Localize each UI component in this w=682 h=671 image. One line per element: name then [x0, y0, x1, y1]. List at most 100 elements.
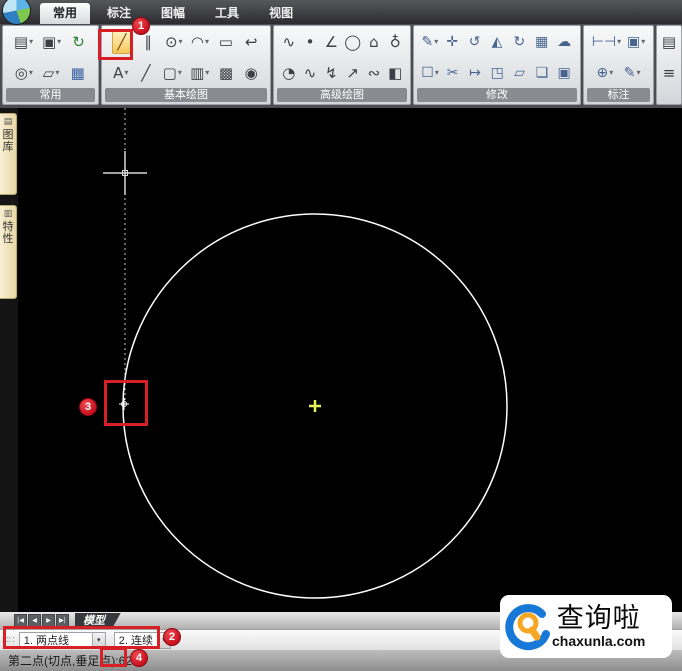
contour-tool-icon[interactable]: ∾ — [365, 61, 382, 85]
display-icon[interactable]: ▦ — [69, 61, 86, 85]
dropdown-arrow-icon[interactable]: ▾ — [55, 68, 59, 77]
watermark: 查询啦 chaxunla.com — [500, 595, 672, 658]
pie-hatch-icon[interactable]: ◔ — [280, 61, 297, 85]
titlebar-tabs: 常用标注图幅工具视图 — [40, 3, 310, 24]
arrow-tool-icon[interactable]: ↗ — [344, 61, 361, 85]
coordinate-dim-icon[interactable]: ⊕▾ — [596, 61, 613, 85]
zoom-icon[interactable]: ◎▾ — [15, 61, 33, 85]
dim-edit-icon[interactable]: ✎▾ — [624, 61, 641, 85]
spline-tool-icon[interactable]: ∿ — [280, 30, 297, 54]
polygon-tool-icon[interactable]: ⌂ — [365, 30, 382, 54]
sheet-settings-icon[interactable]: ▤ — [661, 30, 678, 54]
dropdown-arrow-icon[interactable]: ▾ — [179, 37, 183, 46]
titlebar: 常用标注图幅工具视图 — [0, 0, 682, 24]
trim-icon[interactable]: ✂ — [444, 61, 461, 85]
hole-tool-icon[interactable]: ▢▾ — [163, 61, 182, 85]
dropdown-arrow-icon[interactable]: ▾ — [124, 68, 128, 77]
ribbon-group-label: 修改 — [417, 88, 577, 102]
library-icon: ▤ — [4, 117, 13, 127]
dropdown-arrow-icon[interactable]: ▾ — [29, 68, 33, 77]
polyline-tool-icon[interactable]: ↩ — [243, 30, 260, 54]
scale-icon[interactable]: ▱ — [511, 61, 528, 85]
profile-tool-icon[interactable]: ◧ — [387, 61, 404, 85]
crosshair-cursor — [103, 151, 147, 195]
sketch-line-icon[interactable]: ╱ — [137, 61, 154, 85]
copy-icon[interactable]: ▣▾ — [42, 30, 61, 54]
tab-工具[interactable]: 工具 — [202, 3, 252, 24]
ribbon-group-标注: ⊢⊣▾▣▾ ⊕▾ ✎▾ 标注 — [583, 25, 654, 105]
dropdown-arrow-icon[interactable]: ▾ — [435, 68, 439, 77]
dropdown-arrow-icon[interactable]: ▾ — [178, 68, 182, 77]
annotation-marker-2: 2 — [163, 628, 181, 646]
sidebar-tab-图库[interactable]: ▤ 图库 — [0, 113, 17, 195]
dropdown-arrow-icon[interactable]: ▾ — [434, 37, 438, 46]
sidebar-tab-特性[interactable]: ▥ 特性 — [0, 205, 17, 299]
magnifier-logo-icon — [502, 601, 554, 653]
revolve-tool-icon[interactable]: ♁ — [387, 30, 404, 54]
dimension-icon[interactable]: ⊢⊣▾ — [592, 30, 621, 54]
ribbon-group-常用: ▤▾ ▣▾ ↻ ◎▾ ▱▾ ▦ 常用 — [2, 25, 99, 105]
drawing-canvas[interactable] — [18, 108, 682, 612]
paste-icon[interactable]: ▤▾ — [14, 30, 33, 54]
rectangle-tool-icon[interactable]: ▭ — [217, 30, 234, 54]
dropdown-arrow-icon[interactable]: ▾ — [205, 37, 209, 46]
ribbon-group-label: 标注 — [587, 88, 650, 102]
stretch-icon[interactable]: ◳ — [489, 61, 506, 85]
annotation-marker-3: 3 — [79, 398, 97, 416]
hatch-grid-icon[interactable]: ▩ — [218, 61, 235, 85]
sidebar-tab-label: 图库 — [2, 129, 14, 153]
select-box-icon[interactable]: ☐▾ — [421, 61, 439, 85]
point-tool-icon[interactable]: • — [302, 30, 319, 54]
ellipse-tool-icon[interactable]: ◯ — [344, 30, 361, 54]
watermark-text: 查询啦 chaxunla.com — [552, 604, 645, 649]
refresh-icon[interactable]: ↻ — [70, 30, 87, 54]
ribbon-group-label: 基本绘图 — [105, 88, 267, 102]
dropdown-arrow-icon[interactable]: ▾ — [637, 68, 641, 77]
explode-icon[interactable]: ☁ — [556, 30, 573, 54]
dropdown-arrow-icon[interactable]: ▾ — [641, 37, 645, 46]
tab-常用[interactable]: 常用 — [40, 3, 90, 24]
app-logo-icon[interactable] — [2, 0, 31, 25]
copy-object-icon[interactable]: ↺ — [466, 30, 483, 54]
annotation-box-line-tool — [98, 29, 133, 60]
erase-icon[interactable]: ✎▾ — [421, 30, 438, 54]
circle-tool-icon[interactable]: ⊙▾ — [165, 30, 183, 54]
angle-line-icon[interactable]: ∠ — [323, 30, 340, 54]
dropdown-arrow-icon[interactable]: ▾ — [29, 37, 33, 46]
dropdown-arrow-icon[interactable]: ▾ — [609, 68, 613, 77]
image-insert-icon[interactable]: ◉ — [243, 61, 260, 85]
send-icon[interactable]: ▱▾ — [43, 61, 60, 85]
tab-图幅[interactable]: 图幅 — [148, 3, 198, 24]
dropdown-arrow-icon[interactable]: ▾ — [617, 37, 621, 46]
ribbon-group-label: 常用 — [6, 88, 95, 102]
annotation-box-snap-point — [104, 380, 148, 426]
left-sidebar: ▤ 图库 ▥ 特性 — [0, 108, 18, 612]
dropdown-arrow-icon[interactable]: ▾ — [57, 37, 61, 46]
dropdown-arrow-icon[interactable]: ▾ — [205, 68, 209, 77]
break-line-icon[interactable]: ↯ — [323, 61, 340, 85]
arc-tool-icon[interactable]: ◠▾ — [191, 30, 209, 54]
text-tool-icon[interactable]: A▾ — [112, 61, 129, 85]
mirror-icon[interactable]: ◭ — [489, 30, 506, 54]
ribbon-group-高级绘图: ∿•∠◯⌂♁◔∿↯↗∾◧高级绘图 — [273, 25, 411, 105]
rotate-icon[interactable]: ↻ — [511, 30, 528, 54]
annotation-marker-1: 1 — [132, 17, 150, 35]
ribbon-group-修改: ✎▾✛↺◭↻▦☁ ☐▾✂↦◳▱❏▣ 修改 — [413, 25, 581, 105]
sidebar-tab-label: 特性 — [2, 221, 14, 245]
corner-icon[interactable]: ▣ — [556, 61, 573, 85]
label-icon[interactable]: ▣▾ — [627, 30, 645, 54]
array-icon[interactable]: ▦ — [533, 30, 550, 54]
annotation-marker-4: 4 — [130, 649, 148, 667]
annotation-box-status-value — [100, 647, 127, 667]
canvas-graphics — [18, 108, 682, 612]
gear-tool-icon[interactable]: ▥▾ — [190, 61, 209, 85]
properties-icon: ▥ — [4, 209, 13, 219]
watermark-title: 查询啦 — [557, 604, 641, 633]
extend-icon[interactable]: ↦ — [466, 61, 483, 85]
circle-center-marker — [309, 400, 321, 412]
block-icon[interactable]: ❏ — [533, 61, 550, 85]
wave-line-icon[interactable]: ∿ — [302, 61, 319, 85]
tab-视图[interactable]: 视图 — [256, 3, 306, 24]
move-icon[interactable]: ✛ — [444, 30, 461, 54]
layers-icon[interactable]: ≡ — [661, 61, 678, 85]
